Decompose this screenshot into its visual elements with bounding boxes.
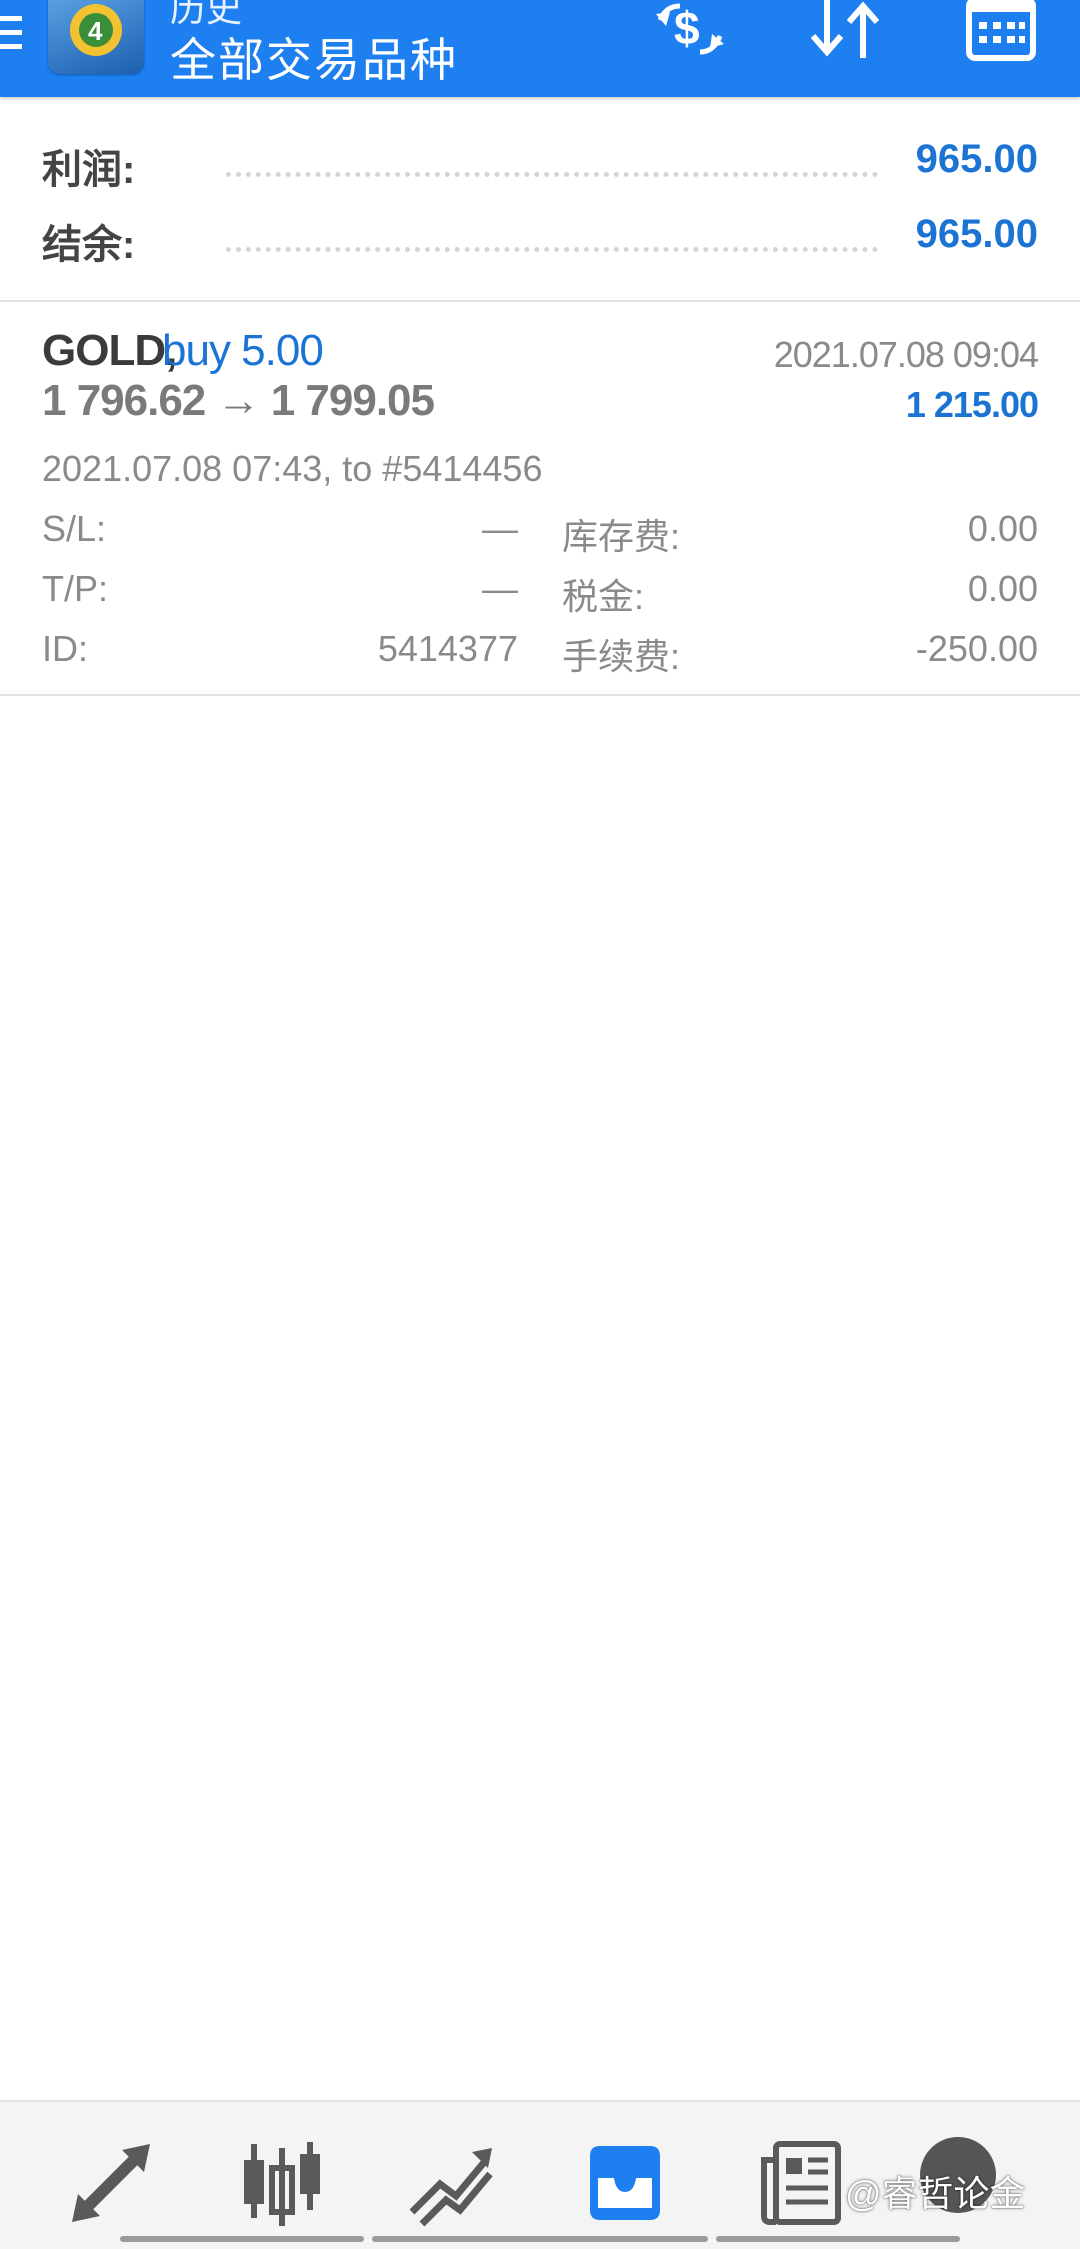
tp-label: T/P: (42, 568, 109, 609)
deal-close-time: 2021.07.08 09:04 (773, 334, 1039, 375)
nav-indicator (716, 2236, 960, 2242)
balance-value: 965.00 (915, 212, 1038, 256)
sl-label: S/L: (42, 508, 107, 549)
hamburger-menu-icon[interactable] (0, 14, 30, 52)
deposit-dollar-icon[interactable]: $ (650, 0, 730, 60)
svg-text:4: 4 (88, 16, 103, 46)
dotted-leader (226, 172, 878, 177)
nav-indicator (120, 2236, 364, 2242)
sort-arrows-icon[interactable] (805, 0, 885, 60)
profit-label: 利润: (42, 148, 136, 192)
deal-item[interactable]: GOLD, buy 5.00 2021.07.08 09:04 1 796.62… (0, 302, 1080, 696)
swap-value: 0.00 (967, 508, 1038, 549)
quotes-arrows-icon[interactable] (66, 2138, 156, 2228)
swap-label: 库存费: (562, 516, 681, 557)
sl-value: — (482, 508, 518, 549)
news-icon[interactable] (756, 2138, 846, 2228)
tax-label: 税金: (562, 576, 645, 617)
nav-indicator (372, 2236, 708, 2242)
tax-value: 0.00 (967, 568, 1038, 609)
deal-open-info: 2021.07.08 07:43, to #5414456 (42, 448, 543, 489)
history-inbox-icon[interactable] (580, 2138, 670, 2228)
deal-prices: 1 796.62 → 1 799.05 (42, 376, 435, 425)
id-value: 5414377 (377, 628, 518, 669)
deal-type: buy 5.00 (162, 326, 324, 375)
id-label: ID: (42, 628, 89, 669)
candlestick-chart-icon[interactable] (236, 2138, 326, 2228)
profit-value: 965.00 (915, 137, 1038, 181)
calendar-icon[interactable] (965, 0, 1037, 62)
commission-value: -250.00 (915, 628, 1038, 669)
deal-symbol: GOLD, (42, 326, 177, 375)
summary-panel: 利润: 965.00 结余: 965.00 (0, 97, 1080, 302)
metatrader-logo-icon: 4 (48, 0, 144, 74)
app-header: 4 历史 全部交易品种 $ (0, 0, 1080, 97)
deal-profit: 1 215.00 (905, 384, 1039, 425)
commission-label: 手续费: (562, 636, 681, 677)
page-title[interactable]: 全部交易品种 (170, 24, 458, 90)
tp-value: — (482, 568, 518, 609)
profit-row: 利润: 965.00 (42, 137, 1038, 197)
trade-chart-icon[interactable] (406, 2138, 496, 2228)
balance-row: 结余: 965.00 (42, 212, 1038, 272)
svg-text:$: $ (674, 2, 700, 54)
watermark-text: @睿哲论金 (845, 2173, 1026, 2214)
balance-label: 结余: (42, 223, 136, 267)
dotted-leader (226, 247, 878, 252)
